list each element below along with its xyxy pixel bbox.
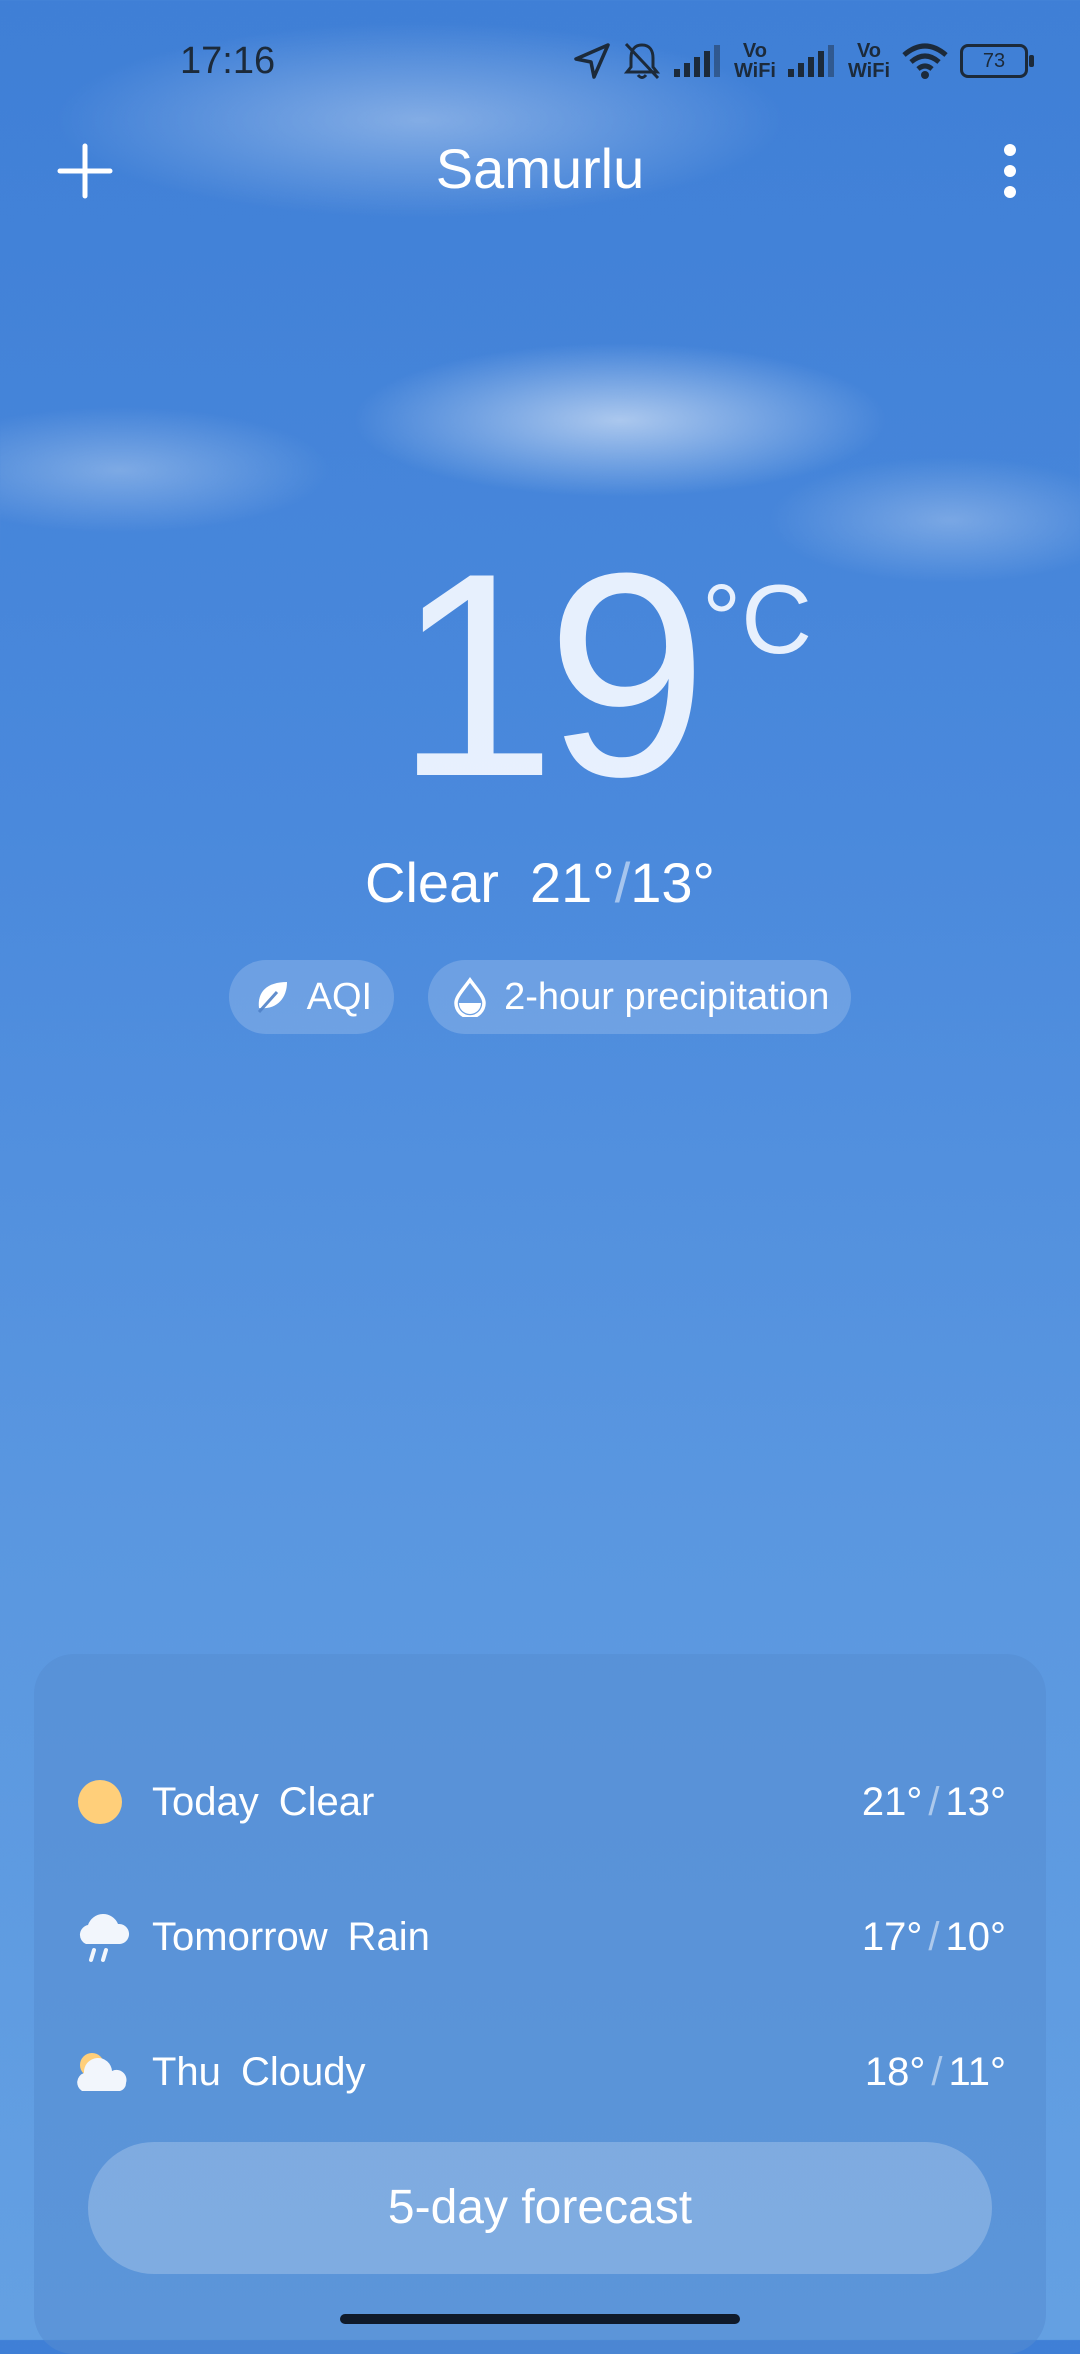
forecast-row-today[interactable]: Today Clear 21°/13° (76, 1762, 1006, 1842)
forecast-row-thu[interactable]: Thu Cloudy 18°/11° (76, 2032, 1006, 2112)
dot-icon (1004, 144, 1016, 156)
wifi-icon (902, 43, 948, 79)
signal-icon-2 (787, 45, 834, 77)
current-temperature: 19 °C (0, 530, 1080, 820)
forecast-condition: Cloudy (240, 2049, 366, 2094)
vowifi-badge-1: Vo WiFi (733, 40, 776, 82)
five-day-forecast-button[interactable]: 5-day forecast (88, 2142, 992, 2274)
forecast-temps: 17°/10° (861, 1914, 1006, 1959)
more-options-button[interactable] (980, 136, 1040, 206)
condition-text: Clear (365, 851, 499, 914)
location-arrow-icon (574, 43, 610, 79)
forecast-condition: Rain (347, 1914, 430, 1959)
forecast-day: Today (152, 1779, 259, 1824)
precipitation-chip[interactable]: 2-hour precipitation (428, 960, 852, 1034)
aqi-label: AQI (306, 975, 373, 1018)
city-title: Samurlu (435, 137, 645, 200)
dot-icon (1004, 165, 1016, 177)
sun-icon (76, 1775, 130, 1829)
temperature-value: 19 (395, 513, 708, 837)
temperature-unit: °C (702, 564, 812, 674)
battery-indicator: 73 (960, 44, 1034, 78)
home-indicator[interactable] (340, 2314, 740, 2324)
bell-muted-icon (623, 42, 661, 80)
aqi-chip[interactable]: AQI (228, 960, 395, 1034)
forecast-temps: 21°/13° (861, 1779, 1006, 1824)
precipitation-label: 2-hour precipitation (504, 975, 830, 1018)
info-chips: AQI 2-hour precipitation (0, 960, 1080, 1034)
forecast-row-tomorrow[interactable]: Tomorrow Rain 17°/10° (76, 1897, 1006, 1977)
rain-icon (76, 1910, 130, 1964)
forecast-day: Thu (152, 2049, 221, 2094)
current-condition: Clear 21°/13° (365, 851, 715, 914)
low-temp: 13° (630, 851, 715, 914)
signal-icon (673, 45, 720, 77)
high-temp: 21° (530, 851, 615, 914)
status-icons: Vo WiFi Vo WiFi 73 (572, 36, 1034, 86)
forecast-temps: 18°/11° (864, 2049, 1006, 2094)
forecast-day: Tomorrow (152, 1914, 328, 1959)
forecast-card: Today Clear 21°/13° Tomorrow Rain 17°/10… (34, 1654, 1046, 2354)
forecast-condition: Clear (278, 1779, 375, 1824)
droplet-icon (454, 977, 486, 1017)
leaf-icon (257, 982, 287, 1014)
dot-icon (1004, 186, 1016, 198)
status-time: 17:16 (180, 40, 276, 82)
partly-cloudy-icon (76, 2045, 130, 2099)
vowifi-badge-2: Vo WiFi (847, 40, 890, 82)
status-bar: 17:16 Vo WiFi Vo WiFi 73 (0, 0, 1080, 120)
top-bar: Samurlu (0, 120, 1080, 220)
